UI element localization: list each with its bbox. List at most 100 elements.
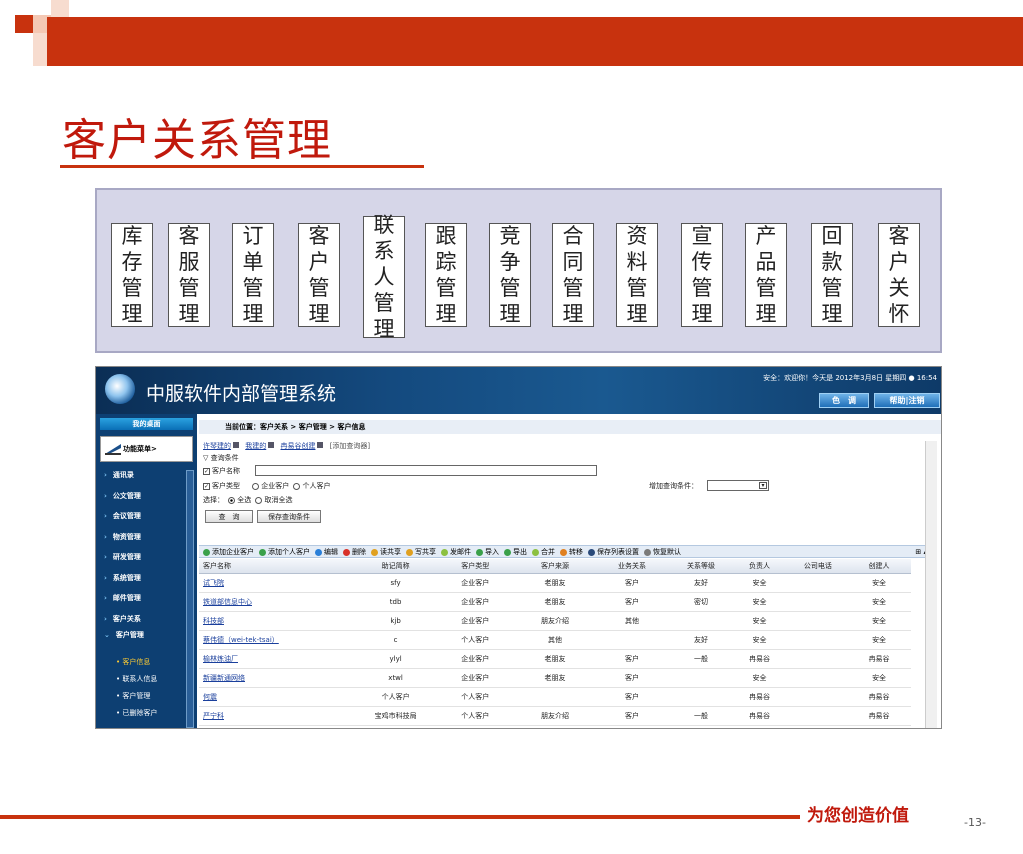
- table-row[interactable]: 试飞院 sfy 企业客户 老朋友 客户 友好 安全 安全: [199, 573, 911, 593]
- toolbar-button[interactable]: 添加企业客户: [203, 546, 254, 558]
- sidebar-item[interactable]: › 客户关系: [104, 614, 141, 624]
- column-header[interactable]: 关系等级: [671, 559, 731, 574]
- toolbar-button[interactable]: 发邮件: [441, 546, 471, 558]
- table-row[interactable]: 新疆新通网络 xtwl 企业客户 老朋友 客户 安全 安全: [199, 668, 911, 688]
- help-logout-button[interactable]: 帮助|注销: [874, 393, 940, 408]
- query-link-2[interactable]: 我建的: [245, 442, 266, 450]
- module-char: 关: [888, 276, 910, 300]
- select-all-radio[interactable]: [228, 496, 236, 504]
- module-char: 管: [435, 276, 457, 300]
- type-checkbox[interactable]: ✓: [203, 482, 210, 490]
- name-checkbox[interactable]: ✓: [203, 467, 210, 475]
- query-link-3[interactable]: 冉易谷创建: [280, 442, 315, 450]
- table-cell: 冉易谷: [847, 649, 911, 669]
- table-row[interactable]: 科技部 kjb 企业客户 朋友介绍 其他 安全 安全: [199, 611, 911, 631]
- sidebar-item[interactable]: ⌄ 客户管理: [104, 630, 144, 640]
- table-cell: [788, 649, 848, 669]
- table-row[interactable]: 严宁科 宝鸡市科技局 个人客户 朋友介绍 客户 一般 冉易谷 冉易谷: [199, 706, 911, 726]
- sidebar-item[interactable]: › 物资管理: [104, 532, 141, 542]
- toolbar-button[interactable]: 写共享: [406, 546, 436, 558]
- table-cell: 客户: [592, 687, 672, 707]
- toolbar-button[interactable]: 添加个人客户: [259, 546, 310, 558]
- toolbar-icon: [476, 548, 483, 556]
- customer-name-link[interactable]: 铁道部信息中心: [199, 592, 359, 612]
- table-row[interactable]: 铁道部信息中心 tdb 企业客户 老朋友 客户 密切 安全 安全: [199, 592, 911, 612]
- module-char: 料: [626, 250, 648, 274]
- extra-condition-select[interactable]: ▾: [707, 480, 769, 491]
- my-desktop-button[interactable]: 我的桌面: [100, 418, 193, 430]
- module-char: 户: [888, 250, 910, 274]
- table-row[interactable]: 蔡伟德（wei-tek-tsai） c 个人客户 其他 友好 安全 安全: [199, 630, 911, 650]
- toolbar-button[interactable]: 转移: [560, 546, 583, 558]
- column-header[interactable]: 负责人: [730, 559, 789, 574]
- module-char: 管: [242, 276, 264, 300]
- save-query-button[interactable]: 保存查询条件: [257, 510, 321, 523]
- customer-name-link[interactable]: 榆林炼油厂: [199, 649, 359, 669]
- sidebar-subitem[interactable]: • 已删除客户: [116, 708, 157, 718]
- query-link-1[interactable]: 许琴建的: [203, 442, 231, 450]
- slide: 客户关系管理 库存管理客服管理订单管理客户管理联系人管理跟踪管理竞争管理合同管理…: [0, 0, 1023, 854]
- sidebar-subitem[interactable]: • 客户管理: [116, 691, 150, 701]
- function-menu[interactable]: 功能菜单>: [100, 436, 193, 462]
- query-button[interactable]: 查 询: [205, 510, 253, 523]
- column-header[interactable]: 客户类型: [432, 559, 518, 574]
- module-panel: 库存管理客服管理订单管理客户管理联系人管理跟踪管理竞争管理合同管理资料管理宣传管…: [95, 188, 942, 353]
- customer-table: 客户名称 助记简称 客户类型 客户来源 业务关系 关系等级 负责人 公司电话 创建人 试飞院 sf…: [199, 559, 911, 726]
- toolbar-button[interactable]: 读共享: [371, 546, 401, 558]
- table-cell: 客户: [592, 668, 672, 688]
- add-query-link[interactable]: [添加查询器]: [330, 442, 370, 450]
- module-char: 人: [373, 265, 395, 289]
- toolbar-button[interactable]: 导入: [476, 546, 499, 558]
- customer-name-link[interactable]: 何震: [199, 687, 359, 707]
- customer-name-link[interactable]: 试飞院: [199, 573, 359, 593]
- table-cell: 安全: [847, 573, 911, 593]
- conditions-toggle[interactable]: ▽ 查询条件: [203, 453, 239, 463]
- toolbar-button[interactable]: 删除: [343, 546, 366, 558]
- toolbar-icon: [406, 548, 413, 556]
- toolbar-button[interactable]: 导出: [504, 546, 527, 558]
- column-header[interactable]: 创建人: [847, 559, 911, 574]
- table-scrollbar[interactable]: [925, 441, 937, 728]
- type-radio-person[interactable]: [293, 482, 301, 490]
- sidebar-subitem[interactable]: • 客户信息: [116, 657, 150, 667]
- sidebar-scrollbar[interactable]: [186, 470, 194, 728]
- table-cell: 客户: [592, 706, 672, 726]
- sidebar-item[interactable]: › 系统管理: [104, 573, 141, 583]
- sidebar-item[interactable]: › 研发管理: [104, 552, 141, 562]
- toolbar-button[interactable]: 恢复默认: [644, 546, 681, 558]
- deselect-all-radio[interactable]: [255, 496, 263, 504]
- module-char: 户: [308, 250, 330, 274]
- module-box: 联系人管理: [363, 213, 405, 341]
- table-cell: [788, 668, 848, 688]
- toolbar-button-label: 读共享: [380, 548, 401, 556]
- column-header[interactable]: 公司电话: [788, 559, 848, 574]
- column-header[interactable]: 助记简称: [358, 559, 433, 574]
- customer-name-link[interactable]: 新疆新通网络: [199, 668, 359, 688]
- customer-name-link[interactable]: 严宁科: [199, 706, 359, 726]
- table-cell: 友好: [671, 573, 731, 593]
- module-box: 回款管理: [811, 223, 853, 327]
- column-header[interactable]: 客户名称: [199, 559, 359, 574]
- sidebar-item[interactable]: › 公文管理: [104, 491, 141, 501]
- color-button[interactable]: 色 调: [819, 393, 869, 408]
- column-header[interactable]: 业务关系: [592, 559, 672, 574]
- customer-name-input[interactable]: [255, 465, 597, 476]
- toolbar-button[interactable]: 合并: [532, 546, 555, 558]
- column-header[interactable]: 客户来源: [517, 559, 593, 574]
- toolbar-button[interactable]: 编辑: [315, 546, 338, 558]
- title-underline: [60, 165, 424, 168]
- customer-name-link[interactable]: 科技部: [199, 611, 359, 631]
- sidebar-item-label: 研发管理: [112, 553, 141, 561]
- table-cell: ylyl: [358, 649, 433, 669]
- sidebar-item[interactable]: › 邮件管理: [104, 593, 141, 603]
- customer-name-link[interactable]: 蔡伟德（wei-tek-tsai）: [199, 630, 359, 650]
- table-row[interactable]: 何震 个人客户 个人客户 客户 冉易谷 冉易谷: [199, 687, 911, 707]
- table-cell: [592, 630, 672, 650]
- sidebar-subitem[interactable]: • 联系人信息: [116, 674, 157, 684]
- table-row[interactable]: 榆林炼油厂 ylyl 企业客户 老朋友 客户 一般 冉易谷 冉易谷: [199, 649, 911, 669]
- toolbar-button[interactable]: 保存列表设置: [588, 546, 639, 558]
- type-radio-company[interactable]: [252, 482, 260, 490]
- table-cell: 安全: [730, 573, 789, 593]
- sidebar-item[interactable]: › 会议管理: [104, 511, 141, 521]
- sidebar-item[interactable]: › 通讯录: [104, 470, 134, 480]
